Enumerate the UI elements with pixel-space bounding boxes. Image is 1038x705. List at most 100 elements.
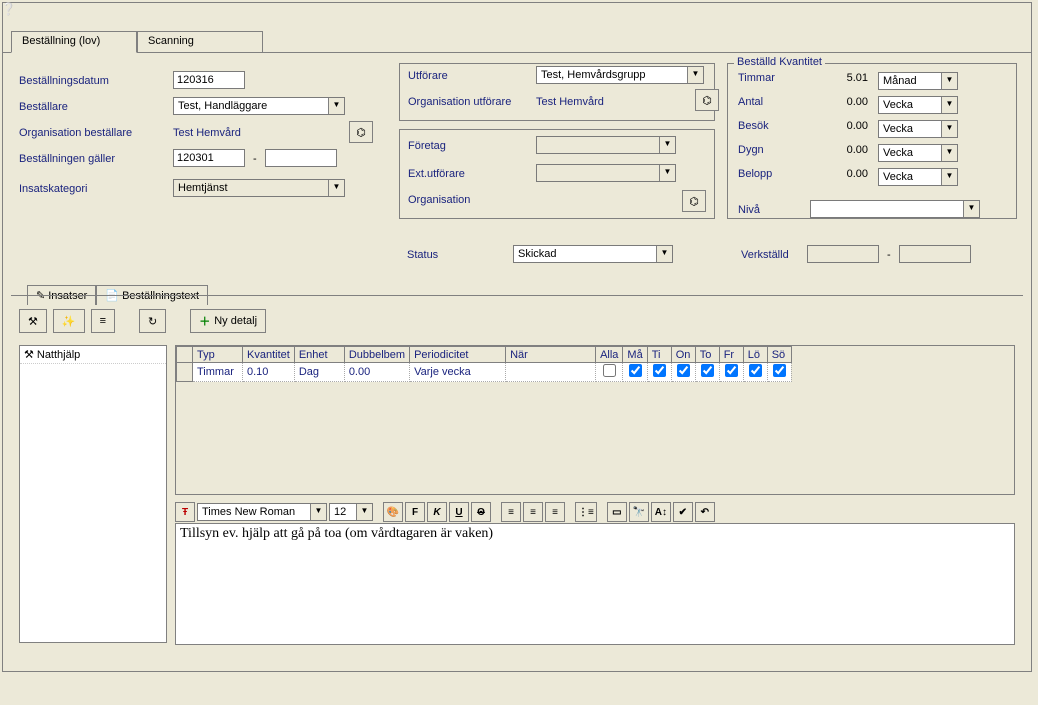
checkbox-lo[interactable] <box>749 364 762 377</box>
chevron-down-icon: ▼ <box>659 137 675 153</box>
align-center-icon: ≡ <box>530 507 536 518</box>
sort-icon: A↕ <box>655 507 667 518</box>
tab-scanning[interactable]: Scanning <box>137 31 263 53</box>
col-fr[interactable]: Fr <box>719 347 743 363</box>
checkbox-ma[interactable] <box>629 364 642 377</box>
chevron-down-icon: ▼ <box>659 165 675 181</box>
org-picker-button[interactable]: ⌬ <box>349 121 373 143</box>
undo-icon: ↶ <box>701 507 709 518</box>
list-icon: ≡ <box>100 315 106 327</box>
align-center-button[interactable]: ≡ <box>523 502 543 522</box>
gavel-icon: ⚒ <box>28 315 38 328</box>
label-company: Företag <box>408 140 446 152</box>
input-applies-to[interactable] <box>265 149 337 167</box>
input-applies-from[interactable] <box>173 149 245 167</box>
qty-value: 0.00 <box>818 96 868 114</box>
input-executed-1 <box>807 245 879 263</box>
qty-label: Dygn <box>738 144 808 162</box>
checkbox-ti[interactable] <box>653 364 666 377</box>
value-org-performer: Test Hemvård <box>536 96 604 108</box>
color-button[interactable]: 🎨 <box>383 502 403 522</box>
col-periodicitet[interactable]: Periodicitet <box>410 347 506 363</box>
qty-unit-select[interactable]: Vecka▼ <box>878 120 958 138</box>
underline-button[interactable]: U <box>449 502 469 522</box>
chevron-down-icon: ▼ <box>941 73 957 89</box>
binoculars-icon: 🔭 <box>633 507 645 518</box>
col-ma[interactable]: Må <box>623 347 647 363</box>
col-enhet[interactable]: Enhet <box>294 347 344 363</box>
select-status[interactable]: Skickad▼ <box>513 245 673 263</box>
col-so[interactable]: Sö <box>767 347 791 363</box>
col-typ[interactable]: Typ <box>193 347 243 363</box>
label-executed: Verkställd <box>741 249 789 261</box>
cell-typ: Timmar <box>193 363 243 382</box>
label-level: Nivå <box>738 204 760 216</box>
label-ext-performer: Ext.utförare <box>408 168 465 180</box>
qty-unit-select[interactable]: Vecka▼ <box>878 168 958 186</box>
select-category: Hemtjänst▼ <box>173 179 345 197</box>
select-value: Hemtjänst <box>174 182 328 194</box>
input-date[interactable] <box>173 71 245 89</box>
org-picker-button-2[interactable]: ⌬ <box>695 89 719 111</box>
col-ti[interactable]: Ti <box>647 347 671 363</box>
spellcheck-button[interactable]: ✔ <box>673 502 693 522</box>
tool-button-3[interactable]: ≡ <box>91 309 115 333</box>
qty-label: Belopp <box>738 168 808 186</box>
checkbox-alla[interactable] <box>603 364 616 377</box>
col-to[interactable]: To <box>695 347 719 363</box>
undo-button[interactable]: ↶ <box>695 502 715 522</box>
qty-unit-select[interactable]: Vecka▼ <box>878 96 958 114</box>
sort-button[interactable]: A↕ <box>651 502 671 522</box>
cell-kvant: 0.10 <box>243 363 295 382</box>
checkbox-so[interactable] <box>773 364 786 377</box>
qty-unit-select[interactable]: Månad▼ <box>878 72 958 90</box>
checkbox-on[interactable] <box>677 364 690 377</box>
cell-dubbel: 0.00 <box>344 363 409 382</box>
col-kvantitet[interactable]: Kvantitet <box>243 347 295 363</box>
tab-bestallning[interactable]: Beställning (lov) <box>11 31 137 53</box>
italic-button[interactable]: K <box>427 502 447 522</box>
strike-button[interactable]: Θ <box>471 502 491 522</box>
col-alla[interactable]: Alla <box>596 347 623 363</box>
bullets-button[interactable]: ⋮≡ <box>575 502 597 522</box>
select-level[interactable]: ▼ <box>810 200 980 218</box>
label-mid-org: Organisation <box>408 194 470 206</box>
align-right-button[interactable]: ≡ <box>545 502 565 522</box>
align-left-icon: ≡ <box>508 507 514 518</box>
checkbox-fr[interactable] <box>725 364 738 377</box>
tool-button-4[interactable]: ↻ <box>139 309 166 333</box>
qty-label: Besök <box>738 120 808 138</box>
select-font[interactable]: Times New Roman▼ <box>197 503 327 521</box>
qty-unit-select[interactable]: Vecka▼ <box>878 144 958 162</box>
rich-text-editor[interactable]: Tillsyn ev. hjälp att gå på toa (om vård… <box>175 523 1015 645</box>
checkbox-to[interactable] <box>701 364 714 377</box>
find-button[interactable]: 🔭 <box>629 502 649 522</box>
align-left-button[interactable]: ≡ <box>501 502 521 522</box>
tool-button-2[interactable]: ✨ <box>53 309 85 333</box>
select-performer[interactable]: Test, Hemvårdsgrupp▼ <box>536 66 704 84</box>
select-fontsize[interactable]: 12▼ <box>329 503 373 521</box>
qty-value: 0.00 <box>818 120 868 138</box>
chevron-down-icon: ▼ <box>687 67 703 83</box>
label-org-performer: Organisation utförare <box>408 96 511 108</box>
select-value: Skickad <box>514 248 656 260</box>
chevron-down-icon: ▼ <box>310 504 326 520</box>
chevron-down-icon: ▼ <box>963 201 979 217</box>
new-detail-button[interactable]: ＋ Ny detalj <box>190 309 266 333</box>
bold-button[interactable]: F <box>405 502 425 522</box>
chevron-down-icon: ▼ <box>328 98 344 114</box>
tab-label: Beställning (lov) <box>22 35 100 47</box>
spellcheck-icon: ✔ <box>679 507 687 518</box>
chevron-down-icon: ▼ <box>941 169 957 185</box>
table-row[interactable]: Timmar 0.10 Dag 0.00 Varje vecka <box>177 363 792 382</box>
col-lo[interactable]: Lö <box>743 347 767 363</box>
col-on[interactable]: On <box>671 347 695 363</box>
select-orderer[interactable]: Test, Handläggare▼ <box>173 97 345 115</box>
dash-separator: - <box>887 249 891 261</box>
template-button[interactable]: ▭ <box>607 502 627 522</box>
col-nar[interactable]: När <box>506 347 596 363</box>
tree-item[interactable]: ⚒ Natthjälp <box>20 346 166 364</box>
col-dubbelbem[interactable]: Dubbelbem <box>344 347 409 363</box>
org-picker-button-3[interactable]: ⌬ <box>682 190 706 212</box>
tool-button-1[interactable]: ⚒ <box>19 309 47 333</box>
